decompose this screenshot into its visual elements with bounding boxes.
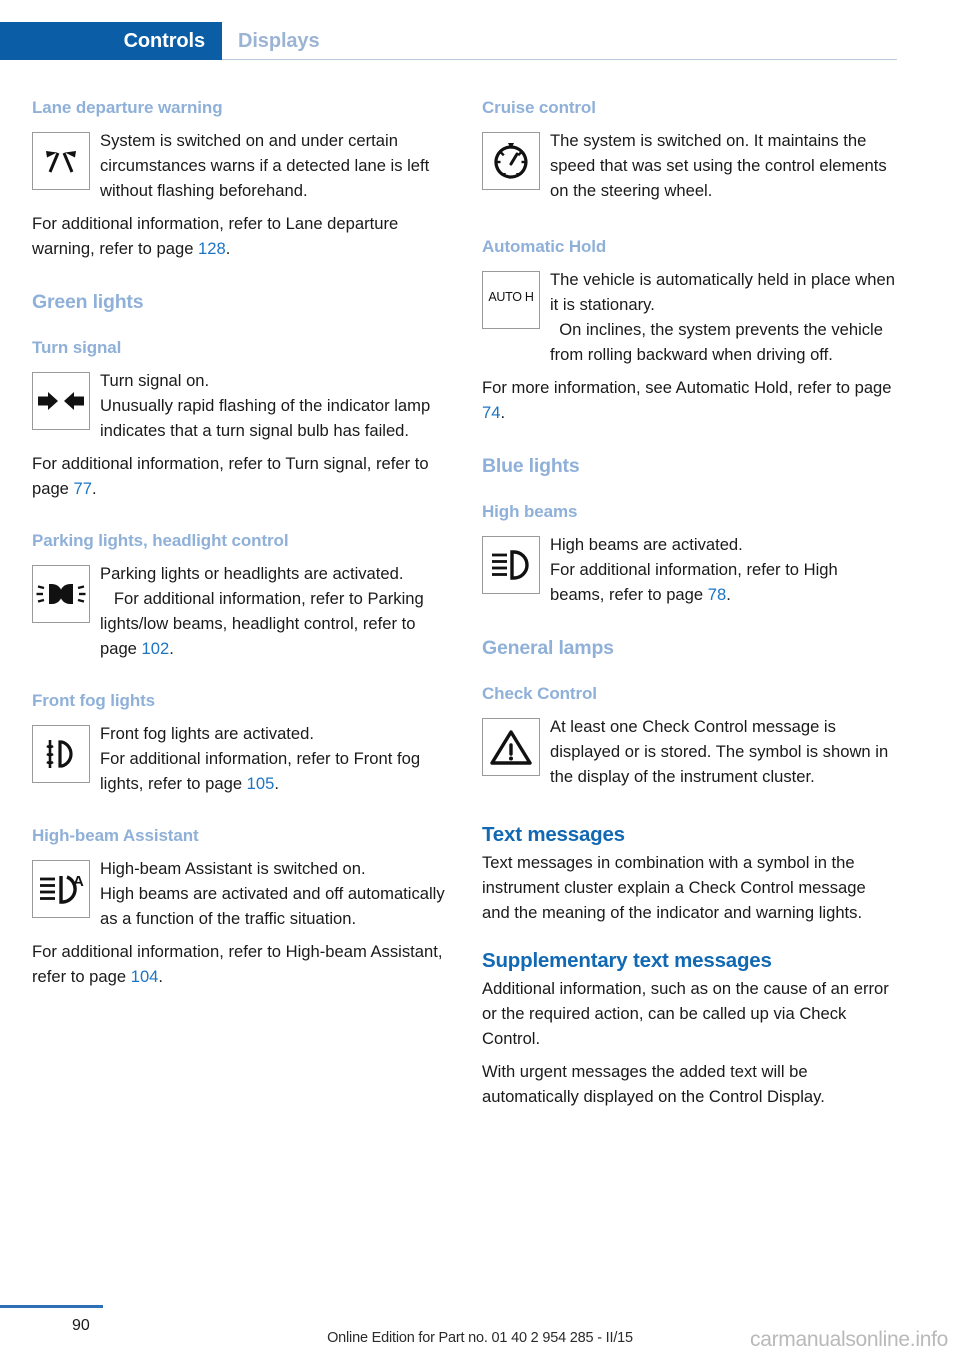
high-beam-assistant-icon: A (32, 860, 90, 918)
right-column: Cruise control The system is switched on… (482, 98, 896, 1109)
page-ref-77[interactable]: 77 (74, 479, 92, 498)
header-divider (222, 59, 897, 60)
high-beam-assistant-ref-period: . (158, 967, 164, 986)
auto-hold-icon: AUTO H (482, 271, 540, 329)
lane-departure-description: System is switched on and under certain … (100, 131, 430, 200)
automatic-hold-ref-period: . (500, 403, 506, 422)
parking-lights-ref-period: . (169, 639, 174, 658)
symbol-block-front-fog-lights: Front fog lights are activated. For addi… (32, 721, 446, 796)
supplementary-text-messages-body-1: Additional information, such as on the c… (482, 979, 889, 1048)
high-beams-ref-period: . (726, 585, 731, 604)
high-beams-description: High beams are activated. For additional… (550, 535, 838, 604)
page-ref-104[interactable]: 104 (131, 967, 159, 986)
heading-parking-lights: Parking lights, headlight control (32, 531, 289, 550)
page-ref-102[interactable]: 102 (142, 639, 170, 658)
heading-front-fog-lights: Front fog lights (32, 691, 156, 710)
page-ref-105[interactable]: 105 (247, 774, 275, 793)
turn-signal-description: Turn signal on. Unusually rapid flashing… (100, 371, 431, 440)
front-fog-lights-description: Front fog lights are activated. For addi… (100, 724, 421, 793)
turn-signal-ref-period: . (92, 479, 97, 498)
page-header: Controls Displays (0, 22, 960, 60)
symbol-block-high-beams: High beams are activated. For additional… (482, 532, 896, 607)
heading-cruise-control: Cruise control (482, 98, 596, 117)
high-beam-assistant-description: High-beam Assistant is switched on. High… (100, 859, 445, 928)
supplementary-text-messages-body-2: With urgent messages the added text will… (482, 1062, 825, 1106)
page-ref-128[interactable]: 128 (198, 239, 226, 258)
parking-lights-description: Parking lights or headlights are activat… (100, 564, 424, 658)
tab-controls[interactable]: Controls (0, 22, 222, 60)
auto-hold-icon-label: AUTO H (488, 290, 534, 304)
tab-controls-label: Controls (123, 30, 206, 52)
heading-supplementary-text-messages: Supplementary text messages (482, 949, 772, 972)
site-watermark: carmanualsonline.info (750, 1328, 948, 1351)
heading-general-lamps: General lamps (482, 637, 614, 659)
heading-check-control: Check Control (482, 684, 597, 703)
page-ref-78[interactable]: 78 (708, 585, 726, 604)
cruise-control-description: The system is switched on. It maintains … (550, 131, 887, 200)
heading-high-beams: High beams (482, 502, 578, 521)
high-beams-ref-text: For additional information, refer to Hig… (550, 560, 838, 604)
heading-text-messages: Text messages (482, 823, 625, 846)
automatic-hold-inclines-text: On inclines, the system prevents the veh… (550, 320, 883, 364)
heading-high-beam-assistant: High-beam Assistant (32, 826, 199, 845)
svg-text:A: A (73, 873, 84, 890)
cruise-control-icon (482, 132, 540, 190)
high-beam-assistant-ref-text: For additional information, refer to Hig… (32, 942, 443, 986)
heading-automatic-hold: Automatic Hold (482, 237, 607, 256)
check-control-warning-icon (482, 718, 540, 776)
symbol-block-lane-departure: System is switched on and under certain … (32, 128, 446, 203)
symbol-block-automatic-hold: AUTO H The vehicle is automatically held… (482, 267, 896, 367)
left-column: Lane departure warning System is switche… (32, 98, 446, 989)
high-beams-icon (482, 536, 540, 594)
heading-turn-signal: Turn signal (32, 338, 122, 357)
automatic-hold-description: The vehicle is automatically held in pla… (550, 270, 895, 364)
footer-divider (0, 1305, 103, 1308)
page-ref-74[interactable]: 74 (482, 403, 500, 422)
parking-lights-icon (32, 565, 90, 623)
automatic-hold-reference: For more information, see Automatic Hold… (482, 375, 896, 425)
symbol-block-cruise-control: The system is switched on. It maintains … (482, 128, 896, 203)
symbol-block-high-beam-assistant: A High-beam Assistant is switched on. Hi… (32, 856, 446, 931)
symbol-block-parking-lights: Parking lights or headlights are activat… (32, 561, 446, 661)
symbol-block-turn-signal: Turn signal on. Unusually rapid flashing… (32, 368, 446, 443)
high-beam-assistant-reference: For additional information, refer to Hig… (32, 939, 446, 989)
front-fog-lights-icon (32, 725, 90, 783)
lane-departure-ref-period: . (225, 239, 231, 258)
heading-lane-departure-warning: Lane departure warning (32, 98, 223, 117)
lane-departure-warning-icon (32, 132, 90, 190)
text-messages-body: Text messages in combination with a symb… (482, 853, 866, 922)
lane-departure-reference: For additional information, refer to Lan… (32, 211, 446, 261)
front-fog-ref-period: . (274, 774, 279, 793)
symbol-block-check-control: At least one Check Control message is di… (482, 714, 896, 789)
heading-green-lights: Green lights (32, 291, 144, 313)
automatic-hold-ref-text: For more information, see Automatic Hold… (482, 378, 892, 397)
turn-signal-icon (32, 372, 90, 430)
check-control-description: At least one Check Control message is di… (550, 717, 889, 786)
turn-signal-reference: For additional information, refer to Tur… (32, 451, 446, 501)
heading-blue-lights: Blue lights (482, 455, 580, 477)
tab-displays[interactable]: Displays (238, 30, 320, 53)
